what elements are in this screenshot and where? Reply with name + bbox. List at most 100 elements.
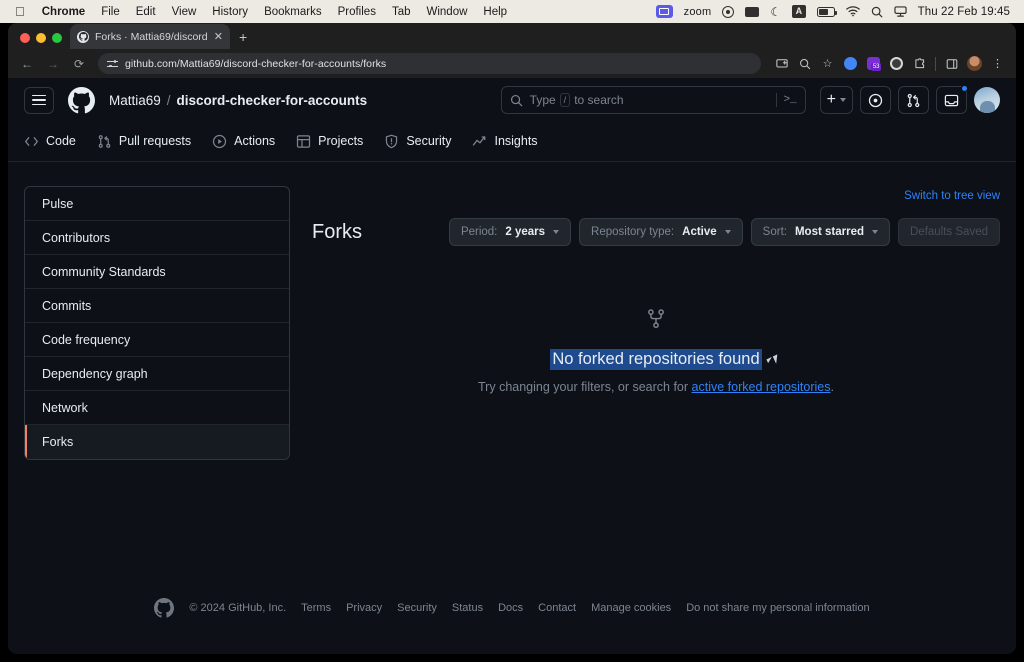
notifications-button[interactable] [936,86,967,114]
back-button[interactable]: ← [16,53,38,75]
menubar-item-file[interactable]: File [93,6,128,18]
menubar-item-tab[interactable]: Tab [384,6,419,18]
sidebar-item-forks[interactable]: Forks [25,425,289,459]
github-logo-icon[interactable] [68,87,95,114]
repo-nav: Code Pull requests [8,122,1016,162]
tab-projects-label: Projects [318,134,363,148]
breadcrumb: Mattia69 / discord-checker-for-accounts [109,93,367,108]
extension-icon-3[interactable] [886,53,907,74]
breadcrumb-repo[interactable]: discord-checker-for-accounts [177,93,368,108]
tab-pull-requests[interactable]: Pull requests [97,134,191,150]
footer-link-terms[interactable]: Terms [301,602,331,614]
wifi-icon[interactable] [846,6,860,17]
chrome-menu-button[interactable]: ⋮ [987,53,1008,74]
switch-to-tree-view-link[interactable]: Switch to tree view [904,190,1000,202]
sidebar-item-commits[interactable]: Commits [25,289,289,323]
address-bar[interactable]: github.com/Mattia69/discord-checker-for-… [98,53,761,74]
new-tab-button[interactable]: + [230,29,256,49]
footer-link-security[interactable]: Security [397,602,437,614]
site-settings-icon[interactable] [107,58,118,69]
footer-link-contact[interactable]: Contact [538,602,576,614]
browser-tab[interactable]: Forks · Mattia69/discord-che ✕ [70,24,230,49]
sidebar-item-pulse[interactable]: Pulse [25,187,289,221]
spotlight-search-icon[interactable] [871,6,883,18]
close-window-button[interactable] [20,33,30,43]
terminal-icon[interactable]: >_ [783,94,796,106]
tab-projects[interactable]: Projects [296,134,363,150]
screen-record-icon[interactable] [722,6,734,18]
slash-key-badge: / [560,93,571,107]
footer-link-privacy[interactable]: Privacy [346,602,382,614]
footer-link-manage-cookies[interactable]: Manage cookies [591,602,671,614]
chevron-down-icon [872,230,878,234]
tab-pull-requests-label: Pull requests [119,134,191,148]
profile-avatar[interactable] [964,53,985,74]
period-filter[interactable]: Period: 2 years [449,218,571,246]
forward-button[interactable]: → [42,53,64,75]
extensions-puzzle-icon[interactable] [909,53,930,74]
bookmark-star-icon[interactable]: ☆ [817,53,838,74]
footer-link-do-not-share[interactable]: Do not share my personal information [686,602,869,614]
control-center-icon[interactable] [894,6,907,18]
tab-close-icon[interactable]: ✕ [214,30,223,43]
tab-security[interactable]: Security [384,134,451,150]
sidebar-item-label: Dependency graph [42,367,148,381]
menubar-item-bookmarks[interactable]: Bookmarks [256,6,330,18]
active-forked-repositories-link[interactable]: active forked repositories [692,380,831,394]
plus-icon: + [827,91,836,109]
sidebar-item-code-frequency[interactable]: Code frequency [25,323,289,357]
footer-link-status[interactable]: Status [452,602,483,614]
menubar-item-history[interactable]: History [204,6,256,18]
reload-button[interactable]: ⟳ [68,53,90,75]
address-bar-url: github.com/Mattia69/discord-checker-for-… [125,58,386,70]
zoom-page-icon[interactable] [794,53,815,74]
empty-state-sub-after: . [830,380,833,394]
zoom-app-icon[interactable] [656,5,673,18]
menubar-item-profiles[interactable]: Profiles [330,6,384,18]
menubar-item-view[interactable]: View [164,6,205,18]
sidebar-item-label: Commits [42,299,91,313]
breadcrumb-owner[interactable]: Mattia69 [109,93,161,108]
user-avatar[interactable] [974,87,1000,113]
do-not-disturb-icon[interactable]: ☾ [770,6,781,18]
search-input[interactable]: Type / to search >_ [501,86,806,114]
sidebar-item-community-standards[interactable]: Community Standards [25,255,289,289]
sidebar-item-network[interactable]: Network [25,391,289,425]
sidebar-item-dependency-graph[interactable]: Dependency graph [25,357,289,391]
cast-icon[interactable] [771,53,792,74]
battery-icon[interactable] [817,7,835,17]
sidebar-item-contributors[interactable]: Contributors [25,221,289,255]
menubar-item-chrome[interactable]: Chrome [34,6,93,18]
sort-filter[interactable]: Sort: Most starred [751,218,890,246]
tab-code-label: Code [46,134,76,148]
issues-button[interactable] [860,86,891,114]
create-new-button[interactable]: + [820,86,853,114]
tab-security-label: Security [406,134,451,148]
pull-requests-button[interactable] [898,86,929,114]
sidebar-item-label: Community Standards [42,265,166,279]
menubar-item-edit[interactable]: Edit [128,6,164,18]
hamburger-menu-icon[interactable] [24,87,54,114]
apple-icon[interactable]:  [15,5,25,18]
page-body: Pulse Contributors Community Standards C… [8,162,1016,460]
sidebar-item-label: Network [42,401,88,415]
tab-favicon-github-icon [77,31,89,43]
zoom-app-label[interactable]: zoom [684,6,712,18]
tab-code[interactable]: Code [24,134,76,150]
forks-controls: Forks Period: 2 years Repository type: A… [312,218,1000,246]
keyboard-icon[interactable] [745,7,759,17]
minimize-window-button[interactable] [36,33,46,43]
input-source-icon[interactable]: A [792,5,806,18]
tab-actions[interactable]: Actions [212,134,275,150]
tab-insights[interactable]: Insights [472,134,537,150]
maximize-window-button[interactable] [52,33,62,43]
extension-icon-2[interactable]: 53 [863,53,884,74]
menubar-item-window[interactable]: Window [419,6,476,18]
side-panel-icon[interactable] [941,53,962,74]
menubar-clock[interactable]: Thu 22 Feb 19:45 [918,6,1010,18]
footer-link-docs[interactable]: Docs [498,602,523,614]
menubar-item-help[interactable]: Help [475,6,515,18]
extension-icon-1[interactable] [840,53,861,74]
repository-type-filter[interactable]: Repository type: Active [579,218,743,246]
period-filter-prefix: Period: [461,226,497,238]
